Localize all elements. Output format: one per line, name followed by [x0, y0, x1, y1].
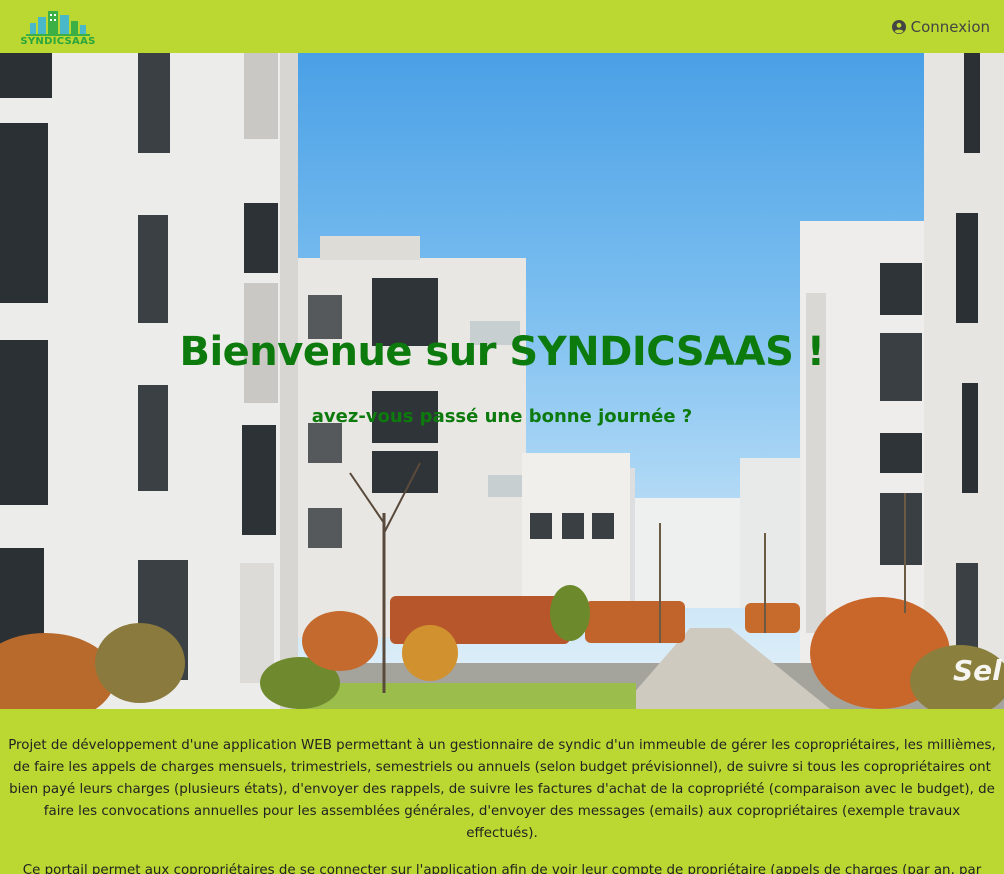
login-button[interactable]: Connexion: [891, 17, 990, 36]
intro-section: Projet de développement d'une applicatio…: [0, 709, 1004, 874]
navbar: SYNDICSAAS Connexion: [0, 0, 1004, 53]
hero-photo-buildings: [0, 53, 1004, 709]
intro-paragraph-2: Ce portail permet aux copropriétaires de…: [22, 863, 982, 874]
brand-logo-text: SYNDICSAAS: [20, 35, 96, 47]
brand-logo[interactable]: SYNDICSAAS: [16, 7, 100, 47]
photo-watermark: Sel: [953, 654, 1002, 687]
hero-title: Bienvenue sur SYNDICSAAS !: [179, 329, 825, 375]
buildings-logo-icon: [26, 10, 90, 36]
user-circle-icon: [891, 19, 906, 34]
intro-paragraph-1: Projet de développement d'une applicatio…: [8, 738, 996, 841]
hero-subtitle: avez-vous passé une bonne journée ?: [311, 406, 693, 427]
hero-banner: Bienvenue sur SYNDICSAAS ! avez-vous pas…: [0, 53, 1004, 709]
login-label: Connexion: [910, 17, 990, 36]
